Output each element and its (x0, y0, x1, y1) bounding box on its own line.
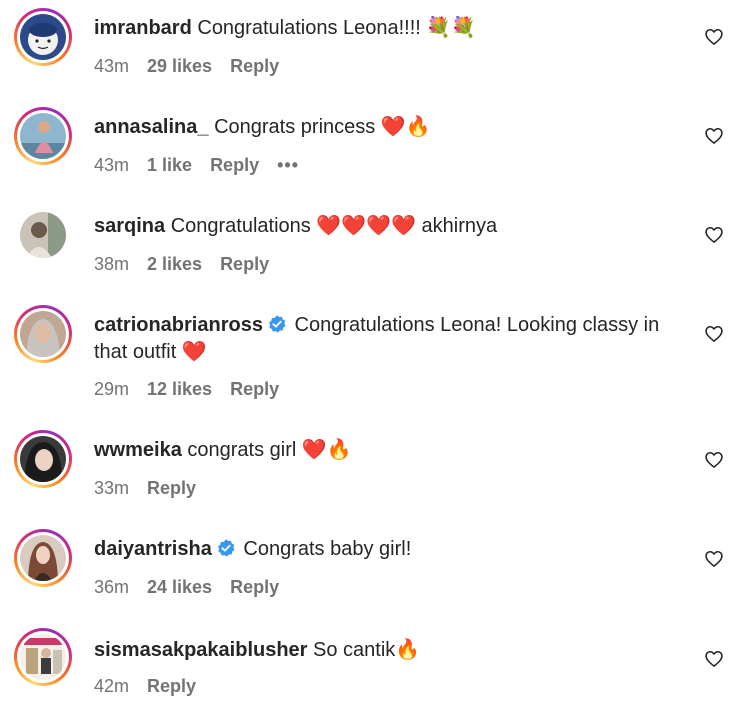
likes-count[interactable]: 24 likes (147, 577, 212, 597)
username-link[interactable]: catrionabrianross (94, 314, 263, 336)
timestamp[interactable]: 33m (94, 478, 129, 498)
comment-body: So cantik🔥 (307, 639, 421, 661)
heart-outline-icon[interactable] (704, 649, 724, 669)
story-ring[interactable] (14, 628, 72, 686)
timestamp[interactable]: 43m (94, 155, 129, 175)
username-link[interactable]: imranbard (94, 17, 192, 39)
comment-text: annasalina_ Congrats princess ❤️🔥 (94, 114, 684, 141)
avatar[interactable] (20, 436, 66, 482)
username-link[interactable]: daiyantrisha (94, 538, 212, 560)
comment-text: catrionabrianross Congratulations Leona!… (94, 312, 684, 366)
comment-body: Congrats baby girl! (237, 538, 412, 560)
comment-meta: 29m 12 likes Reply (94, 379, 297, 400)
reply-button[interactable]: Reply (147, 478, 196, 498)
heart-outline-icon[interactable] (704, 549, 724, 569)
story-ring[interactable] (14, 529, 72, 587)
likes-count[interactable]: 1 like (147, 155, 192, 175)
comment-meta: 43m 29 likes Reply (94, 56, 297, 77)
username-link[interactable]: wwmeika (94, 439, 182, 461)
comment-meta: 33m Reply (94, 478, 214, 499)
timestamp[interactable]: 38m (94, 254, 129, 274)
heart-outline-icon[interactable] (704, 324, 724, 344)
timestamp[interactable]: 42m (94, 676, 129, 696)
story-ring[interactable] (14, 430, 72, 488)
comment-body: Congratulations Leona!!!! 💐💐 (191, 17, 477, 39)
reply-button[interactable]: Reply (230, 56, 279, 76)
story-ring[interactable] (14, 8, 72, 66)
comment-body: Congrats princess ❤️🔥 (208, 116, 431, 138)
comment-meta: 43m 1 like Reply ••• (94, 155, 317, 176)
username-link[interactable]: annasalina_ (94, 116, 209, 138)
avatar-frame (14, 206, 72, 264)
avatar[interactable] (20, 634, 66, 680)
avatar[interactable] (20, 535, 66, 581)
avatar[interactable] (20, 14, 66, 60)
verified-badge-icon (217, 539, 235, 557)
comment-body: congrats girl ❤️🔥 (181, 439, 352, 461)
timestamp[interactable]: 29m (94, 379, 129, 399)
comment-meta: 38m 2 likes Reply (94, 254, 287, 275)
more-options-icon[interactable]: ••• (277, 155, 299, 175)
reply-button[interactable]: Reply (210, 155, 259, 175)
timestamp[interactable]: 36m (94, 577, 129, 597)
comment-body: Congratulations ❤️❤️❤️❤️ akhirnya (165, 215, 498, 237)
timestamp[interactable]: 43m (94, 56, 129, 76)
comment-meta: 36m 24 likes Reply (94, 577, 297, 598)
heart-outline-icon[interactable] (704, 450, 724, 470)
comment-meta: 42m Reply (94, 676, 214, 697)
story-ring[interactable] (14, 305, 72, 363)
heart-outline-icon[interactable] (704, 126, 724, 146)
reply-button[interactable]: Reply (230, 379, 279, 399)
username-link[interactable]: sarqina (94, 215, 165, 237)
likes-count[interactable]: 12 likes (147, 379, 212, 399)
comment-text: sismasakpakaiblusher So cantik🔥 (94, 637, 684, 664)
heart-outline-icon[interactable] (704, 225, 724, 245)
reply-button[interactable]: Reply (220, 254, 269, 274)
comment-text: wwmeika congrats girl ❤️🔥 (94, 437, 684, 464)
comment-text: daiyantrisha Congrats baby girl! (94, 536, 684, 563)
comment-text: imranbard Congratulations Leona!!!! 💐💐 (94, 15, 684, 42)
username-link[interactable]: sismasakpakaiblusher (94, 639, 307, 661)
verified-badge-icon (269, 315, 286, 333)
heart-outline-icon[interactable] (704, 27, 724, 47)
reply-button[interactable]: Reply (147, 676, 196, 696)
comment-text: sarqina Congratulations ❤️❤️❤️❤️ akhirny… (94, 213, 684, 240)
likes-count[interactable]: 2 likes (147, 254, 202, 274)
story-ring[interactable] (14, 107, 72, 165)
avatar[interactable] (20, 212, 66, 258)
likes-count[interactable]: 29 likes (147, 56, 212, 76)
reply-button[interactable]: Reply (230, 577, 279, 597)
avatar[interactable] (20, 113, 66, 159)
avatar[interactable] (20, 311, 66, 357)
